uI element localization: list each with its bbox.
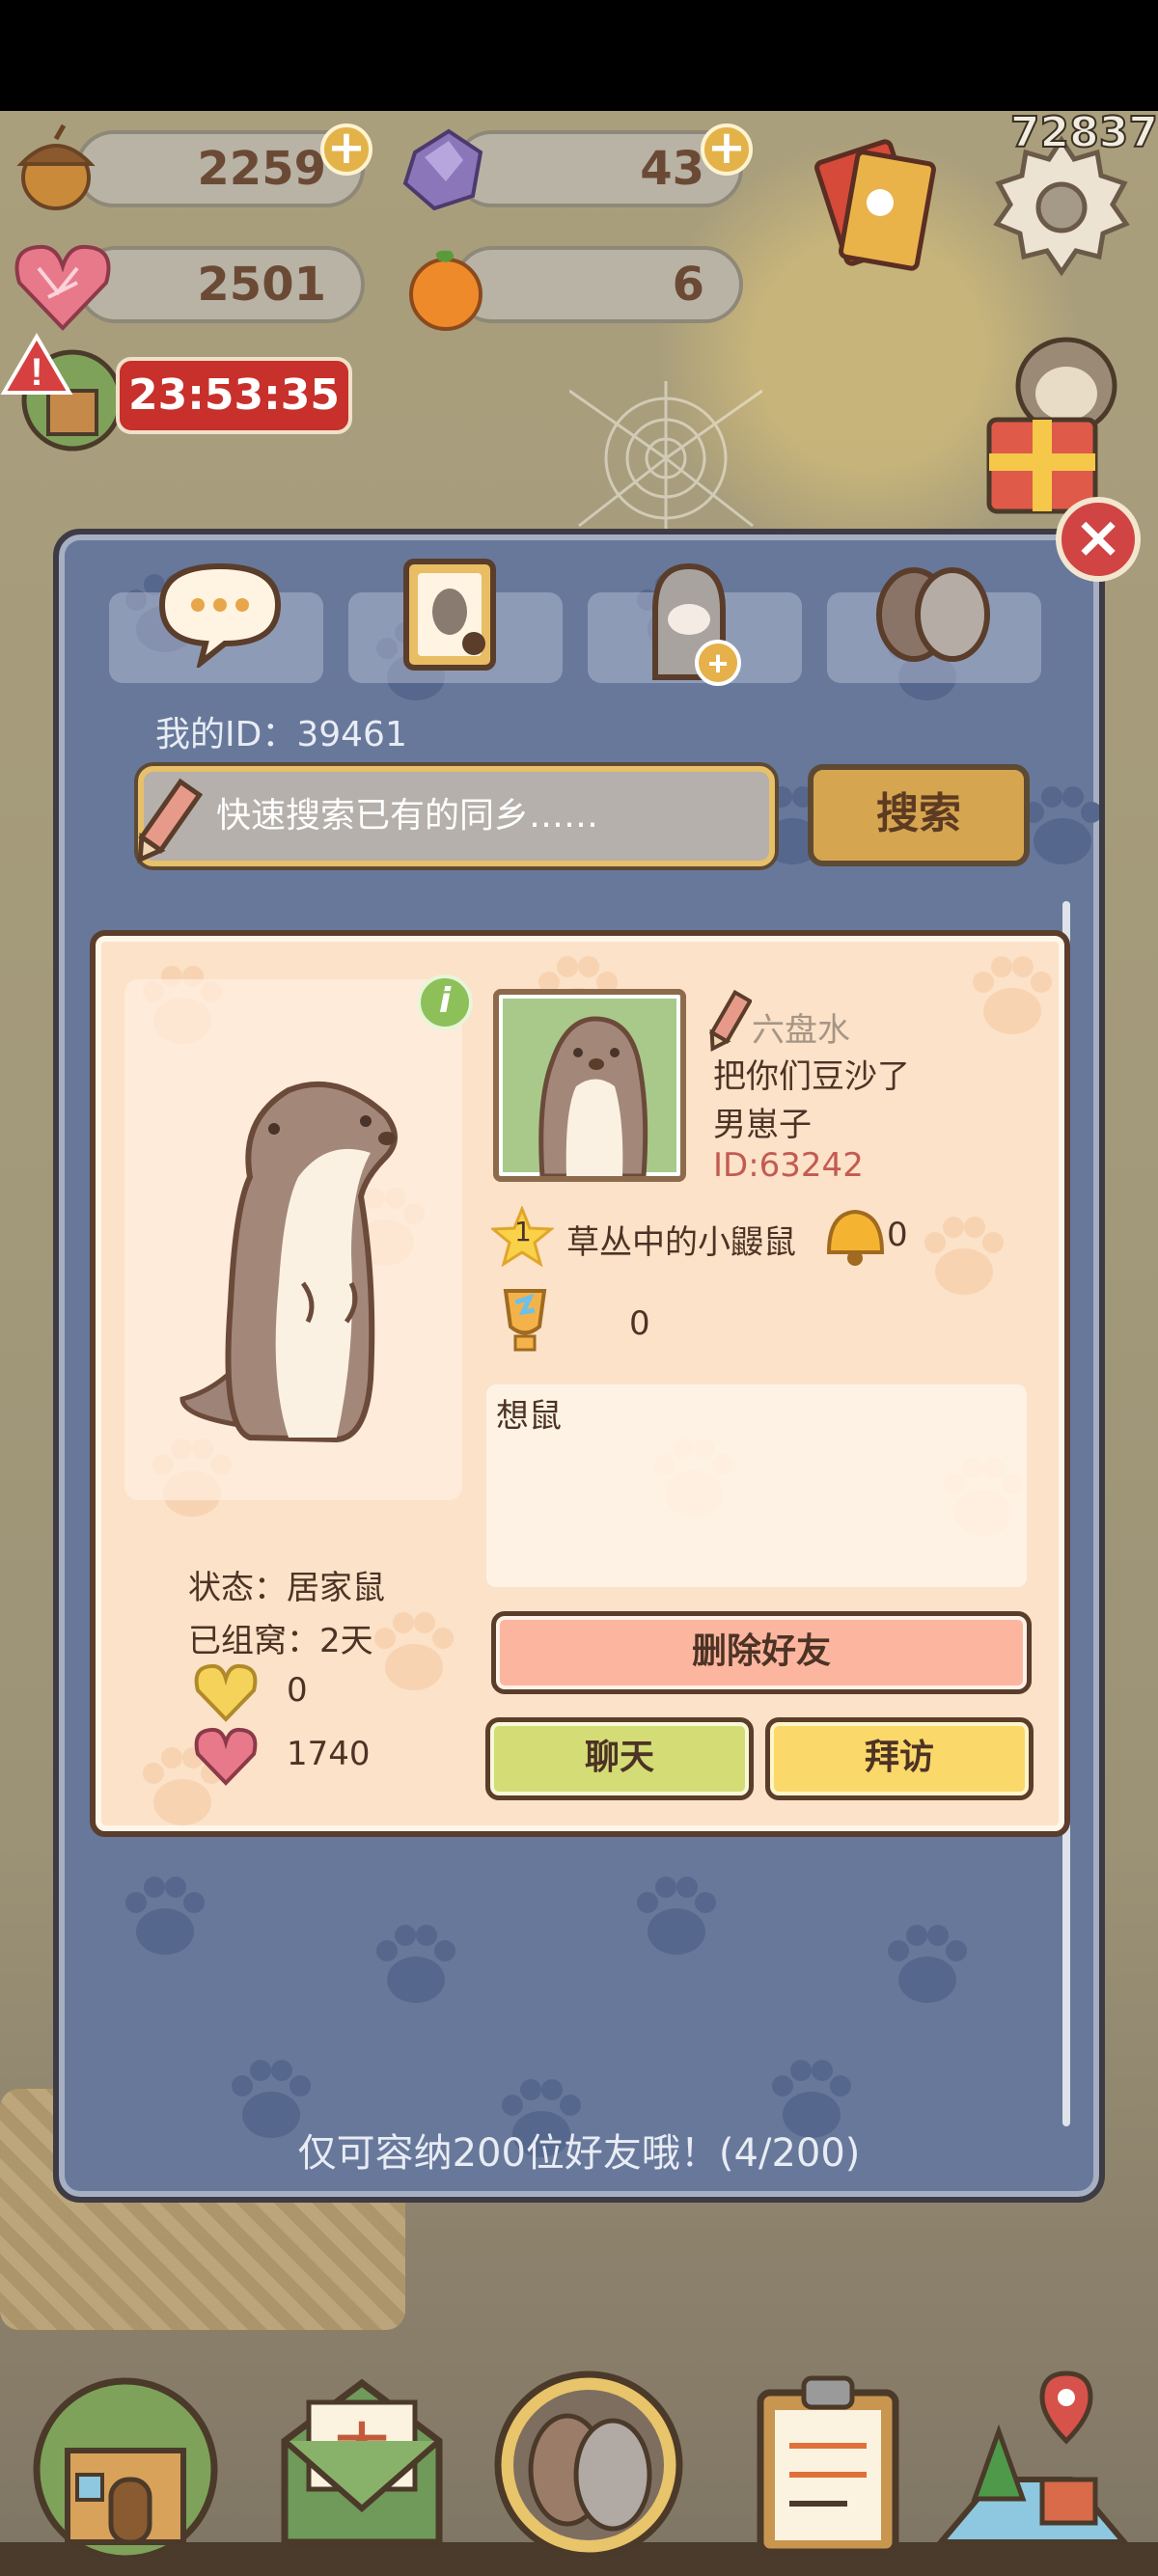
- friend-name: 把你们豆沙了: [713, 1057, 910, 1096]
- friend-card: i 六盘水 把你们豆沙了 男崽子 ID:63242 1 草丛中的小鼹鼠 0 0 …: [90, 930, 1070, 1837]
- trophy-count: 0: [629, 1304, 650, 1343]
- orange-icon: [409, 250, 482, 331]
- search-input[interactable]: 快速搜索已有的同乡……: [138, 766, 775, 866]
- tab-chat[interactable]: [109, 562, 323, 683]
- add-crystal-button[interactable]: +: [701, 123, 753, 176]
- edit-pencil-icon[interactable]: [703, 989, 752, 1056]
- add-acorn-button[interactable]: +: [320, 123, 372, 176]
- tab-friends[interactable]: [827, 567, 1041, 683]
- days-together-label: 已组窝：2天: [188, 1622, 373, 1660]
- chat-button[interactable]: 聊天: [485, 1717, 754, 1800]
- delete-friend-button[interactable]: 删除好友: [491, 1611, 1032, 1694]
- crystal-count: 43: [640, 142, 704, 196]
- avatar[interactable]: [493, 989, 686, 1182]
- contact-book-icon: [403, 559, 496, 671]
- add-friend-icon: +: [652, 562, 741, 686]
- friends-panel: + 我的ID：39461 快速搜索已有的同乡…… 搜索 i 六盘水 把你们豆沙了…: [53, 529, 1105, 2203]
- capacity-text: 仅可容纳200位好友哦！(4/200): [297, 2131, 861, 2176]
- heart-count: 2501: [197, 258, 326, 312]
- friend-title: 草丛中的小鼹鼠: [566, 1223, 796, 1262]
- mail-envelope-icon[interactable]: 木: [265, 2364, 458, 2557]
- house-icon[interactable]: [29, 2364, 222, 2557]
- close-button[interactable]: ×: [1056, 497, 1141, 582]
- acorn-count: 2259: [197, 142, 326, 196]
- my-id-label: 我的ID：39461: [155, 715, 407, 754]
- svg-text:!: !: [30, 351, 42, 394]
- hometown-label: 六盘水: [752, 1011, 850, 1050]
- pink-heart-icon: [14, 244, 111, 331]
- gold-heart-icon: [194, 1663, 258, 1722]
- orange-counter: 6: [454, 246, 743, 323]
- gold-heart-count: 0: [287, 1671, 308, 1710]
- tab-add-friend[interactable]: +: [588, 562, 802, 686]
- gift-sloth-icon[interactable]: [975, 328, 1139, 521]
- bell-icon: [826, 1209, 885, 1266]
- svg-text:+: +: [707, 644, 728, 683]
- friend-id: ID:63242: [713, 1146, 864, 1185]
- search-button[interactable]: 搜索: [808, 764, 1030, 866]
- visit-button[interactable]: 拜访: [765, 1717, 1034, 1800]
- friends-icon: [876, 567, 990, 662]
- signature-box: [486, 1384, 1027, 1587]
- level-number: 1: [514, 1216, 532, 1247]
- friends-nav-icon[interactable]: [492, 2364, 685, 2557]
- orange-count: 6: [672, 258, 704, 312]
- chat-bubble-icon: [158, 562, 282, 668]
- pink-heart-small-icon: [194, 1727, 258, 1786]
- event-card-icon[interactable]: [801, 130, 946, 275]
- task-clipboard-icon[interactable]: [731, 2364, 924, 2557]
- friend-role: 男崽子: [713, 1106, 812, 1144]
- signature-text: 想鼠: [496, 1397, 562, 1436]
- otter-portrait: [179, 1081, 398, 1443]
- trophy-icon: [503, 1289, 547, 1352]
- crystal-counter: 43: [454, 130, 743, 207]
- otter-avatar-icon: [538, 1016, 648, 1176]
- warning-house-icon[interactable]: !: [0, 333, 125, 453]
- crystal-icon: [402, 128, 483, 211]
- event-timer: 23:53:35: [116, 357, 352, 434]
- tab-contacts[interactable]: [348, 559, 563, 683]
- acorn-icon: [16, 123, 96, 210]
- status-label: 状态：居家鼠: [188, 1569, 385, 1607]
- cobweb-icon: [569, 381, 762, 535]
- pink-heart-count: 1740: [287, 1735, 371, 1773]
- frame-counter: 72837: [1009, 107, 1158, 158]
- bell-count: 0: [887, 1216, 908, 1254]
- pencil-icon: [137, 778, 204, 863]
- info-button[interactable]: i: [417, 974, 473, 1030]
- heart-counter: 2501: [77, 246, 365, 323]
- map-icon[interactable]: [936, 2364, 1129, 2557]
